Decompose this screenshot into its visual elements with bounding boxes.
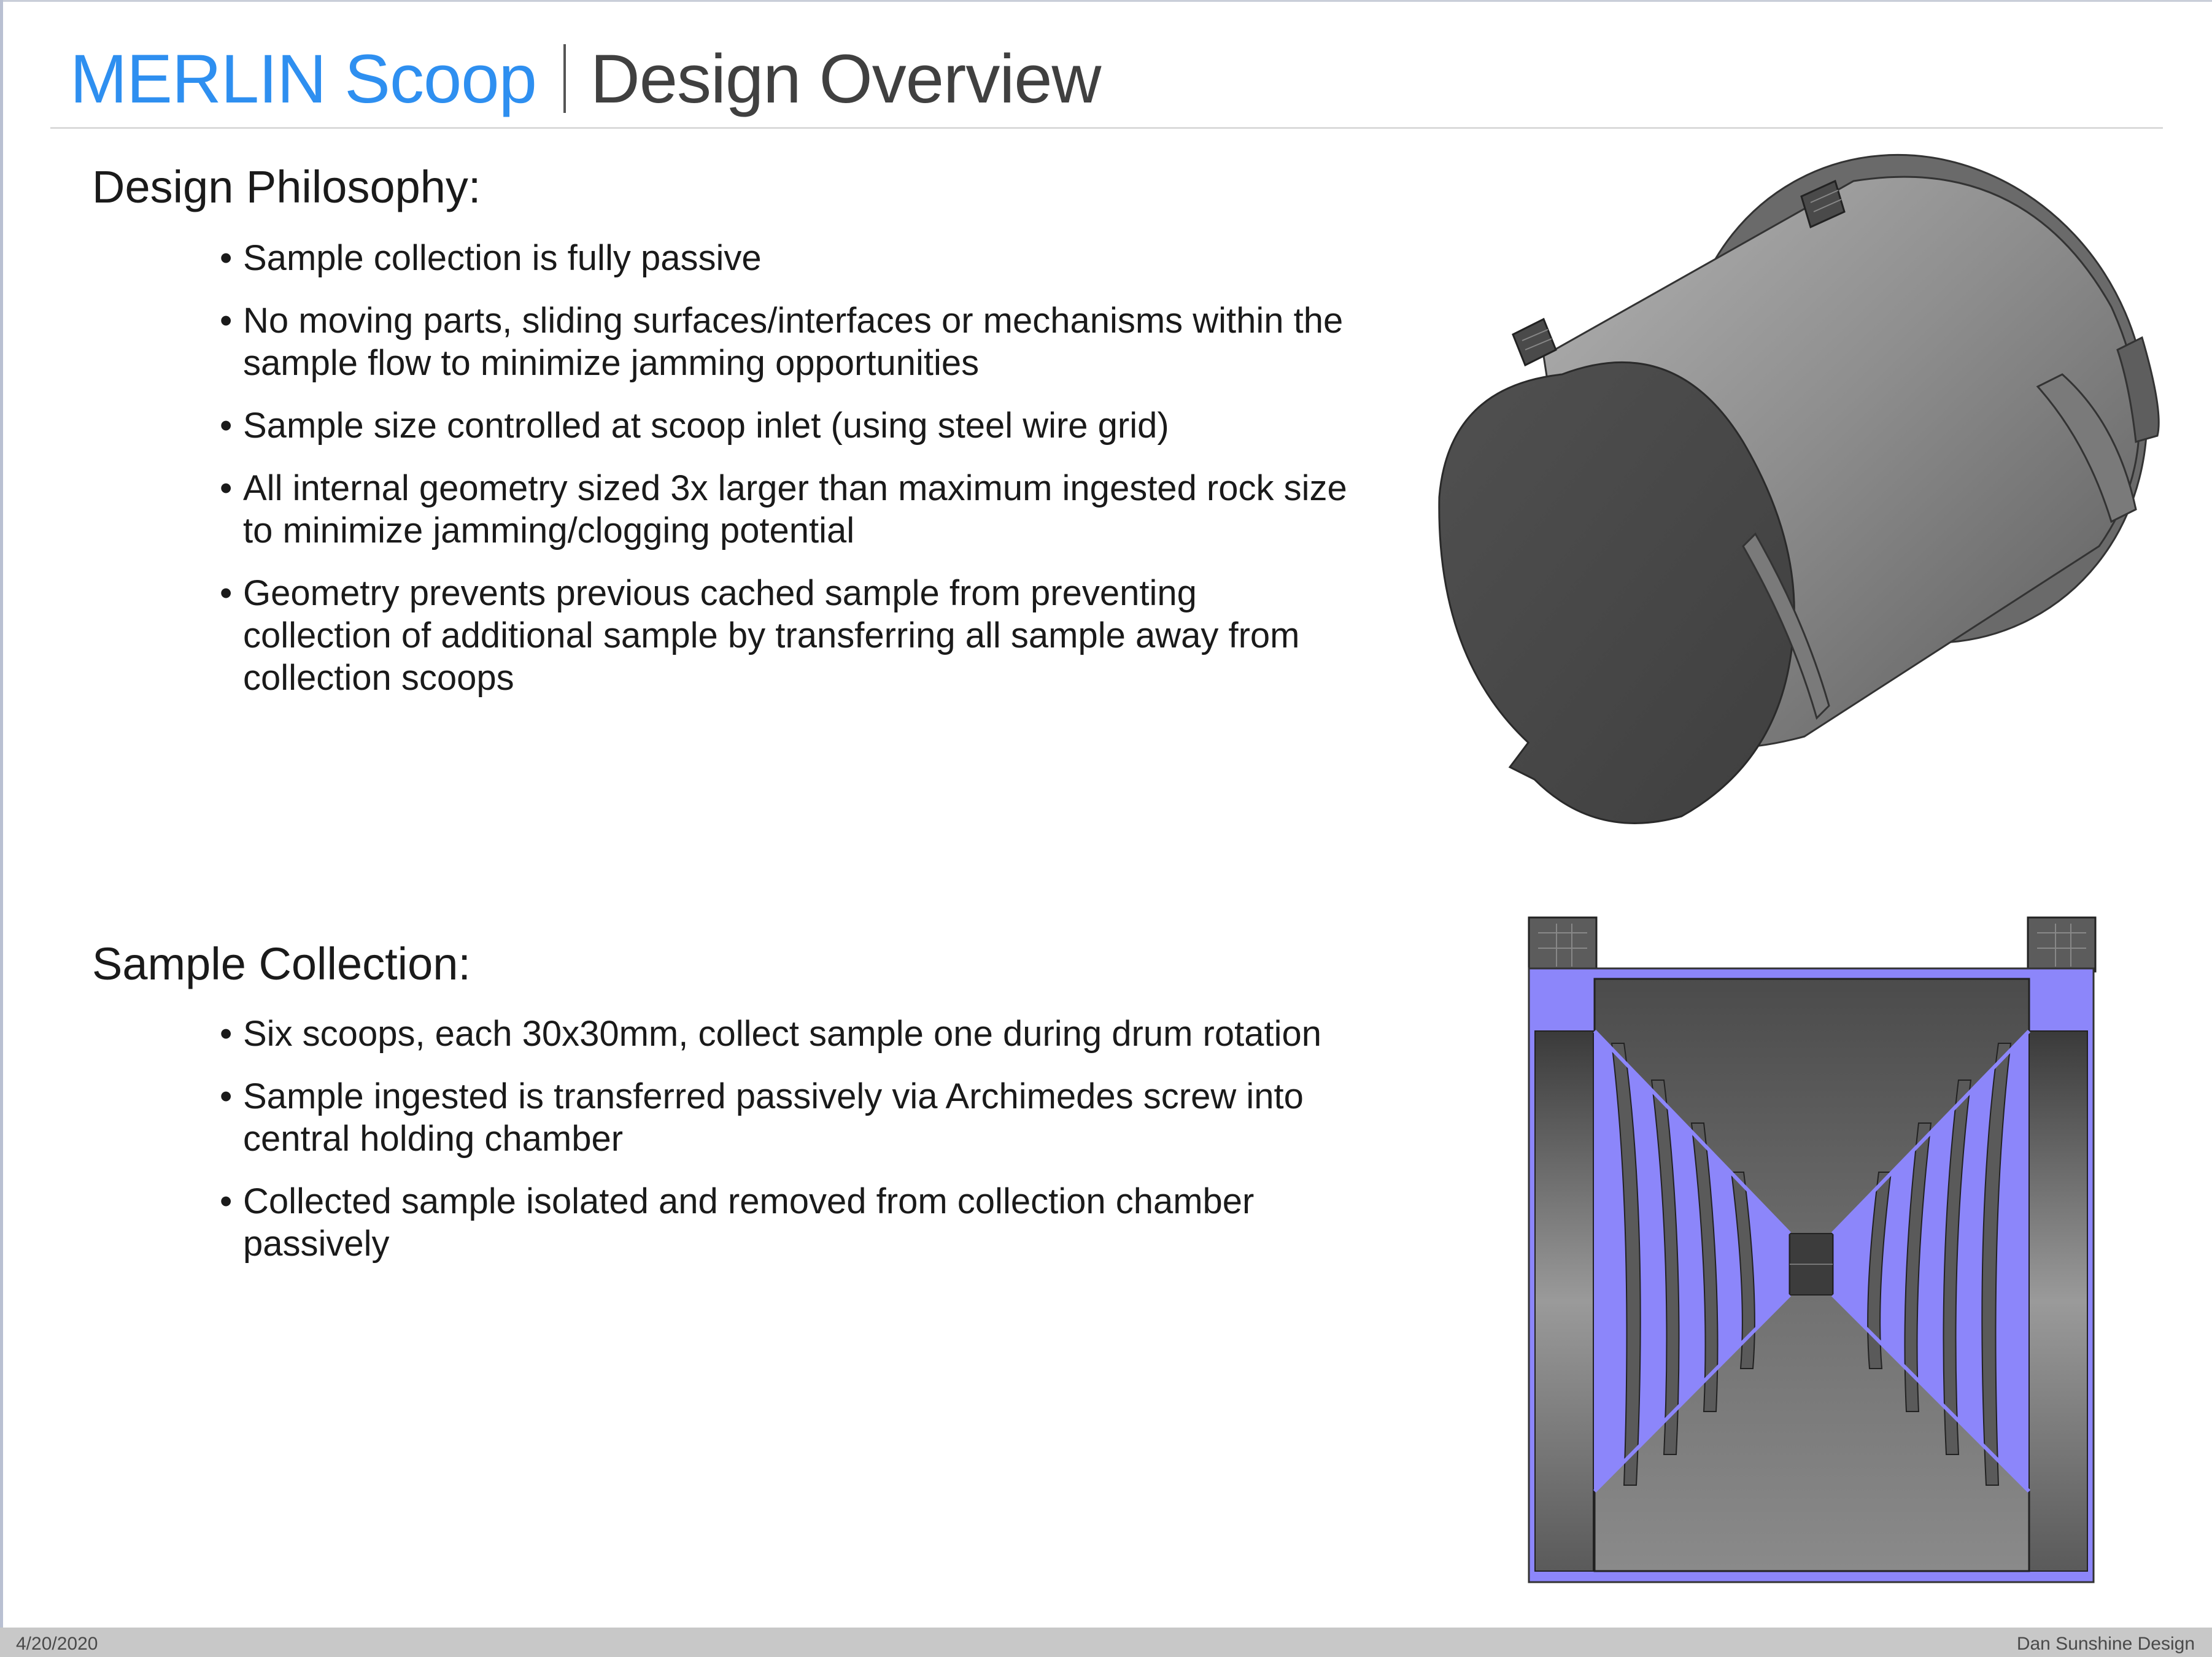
bullet-icon: • [220,1014,233,1054]
bullet-icon: • [220,406,233,446]
list-item: • Sample collection is fully passive [220,237,1349,279]
scoop-section-view-render [1528,916,2097,1583]
list-item: • All internal geometry sized 3x larger t… [220,467,1349,552]
header-divider [50,127,2163,129]
slide-title: MERLIN Scoop Design Overview [70,36,1102,122]
list-item: • Geometry prevents previous cached sampl… [220,572,1349,699]
bullet-text: Six scoops, each 30x30mm, collect sample… [243,1014,1321,1054]
bullet-text: Sample ingested is transferred passively… [243,1076,1304,1159]
bullet-text: All internal geometry sized 3x larger th… [243,468,1347,550]
bullet-text: Sample size controlled at scoop inlet (u… [243,406,1169,446]
title-separator [563,44,566,113]
slide: MERLIN Scoop Design Overview Design Phil… [0,0,2212,1657]
footer-author: Dan Sunshine Design [2016,1634,2195,1654]
bullet-icon: • [220,1181,233,1221]
design-philosophy-list: • Sample collection is fully passive • No … [220,237,1349,719]
bullet-icon: • [220,238,233,278]
footer-date: 4/20/2020 [16,1634,98,1654]
list-item: • Sample ingested is transferred passivel… [220,1075,1349,1160]
bullet-icon: • [220,1076,233,1116]
title-subtitle: Design Overview [590,40,1102,117]
bullet-icon: • [220,468,233,508]
list-item: • Sample size controlled at scoop inlet (… [220,404,1349,447]
bullet-text: Geometry prevents previous cached sample… [243,573,1300,698]
list-item: • No moving parts, sliding surfaces/inter… [220,299,1349,384]
section-heading-design-philosophy: Design Philosophy: [92,161,481,212]
bullet-icon: • [220,573,233,613]
left-border [0,0,3,1628]
list-item: • Collected sample isolated and removed f… [220,1180,1349,1265]
footer-bar: 4/20/2020 Dan Sunshine Design [0,1628,2212,1657]
bullet-text: Sample collection is fully passive [243,238,762,278]
bullet-text: No moving parts, sliding surfaces/interf… [243,301,1344,383]
sample-collection-list: • Six scoops, each 30x30mm, collect sampl… [220,1013,1349,1285]
bullet-icon: • [220,301,233,341]
scoop-drum-isometric-render [1438,153,2160,824]
section-heading-sample-collection: Sample Collection: [92,938,471,989]
top-border [0,0,2212,2]
list-item: • Six scoops, each 30x30mm, collect sampl… [220,1013,1349,1055]
title-main: MERLIN Scoop [70,40,537,117]
bullet-text: Collected sample isolated and removed fr… [243,1181,1255,1264]
